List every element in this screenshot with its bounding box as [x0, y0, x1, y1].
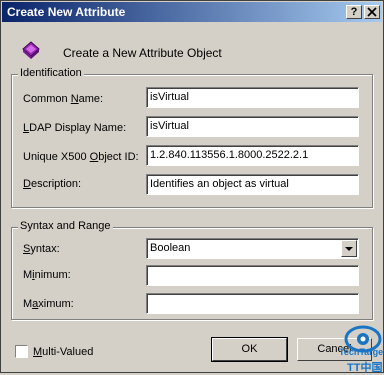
- window-title: Create New Attribute: [7, 5, 126, 19]
- close-button[interactable]: [364, 5, 380, 19]
- close-icon: [367, 7, 377, 17]
- minimum-label: Minimum:: [23, 269, 71, 281]
- watermark-line1: TechTarget: [339, 347, 384, 357]
- common-name-field[interactable]: isVirtual: [146, 87, 359, 108]
- minimum-field[interactable]: [146, 265, 359, 286]
- multi-valued-checkbox[interactable]: [15, 345, 28, 358]
- maximum-field[interactable]: [146, 293, 359, 314]
- dialog-window: Create New Attribute ? Create a New Attr…: [0, 0, 384, 374]
- attribute-icon: [22, 41, 40, 59]
- syntax-selected-value: Boolean: [150, 242, 191, 254]
- description-field[interactable]: Identifies an object as virtual: [146, 174, 359, 195]
- common-name-label: Common Name:: [23, 93, 104, 105]
- help-button[interactable]: ?: [346, 5, 362, 19]
- ldap-display-name-label: LDAP Display Name:: [23, 122, 127, 134]
- chevron-down-icon: [345, 247, 353, 251]
- syntax-and-range-legend: Syntax and Range: [18, 220, 113, 232]
- ldap-display-name-field[interactable]: isVirtual: [146, 116, 359, 137]
- multi-valued-label[interactable]: Multi-Valued: [33, 346, 93, 358]
- syntax-label: Syntax:: [23, 243, 60, 255]
- ok-button[interactable]: OK: [211, 337, 288, 362]
- techtarget-watermark: TechTarget TT中国: [337, 321, 384, 374]
- title-bar[interactable]: Create New Attribute ?: [2, 2, 382, 22]
- maximum-label: Maximum:: [23, 298, 74, 310]
- identification-legend: Identification: [18, 67, 84, 79]
- header-text: Create a New Attribute Object: [63, 46, 222, 60]
- syntax-dropdown-button[interactable]: [341, 240, 357, 257]
- unique-x500-oid-label: Unique X500 Object ID:: [23, 151, 139, 163]
- syntax-dropdown[interactable]: Boolean: [146, 238, 359, 259]
- description-label: Description:: [23, 178, 82, 190]
- unique-x500-oid-field[interactable]: 1.2.840.113556.1.8000.2522.2.1: [146, 145, 359, 166]
